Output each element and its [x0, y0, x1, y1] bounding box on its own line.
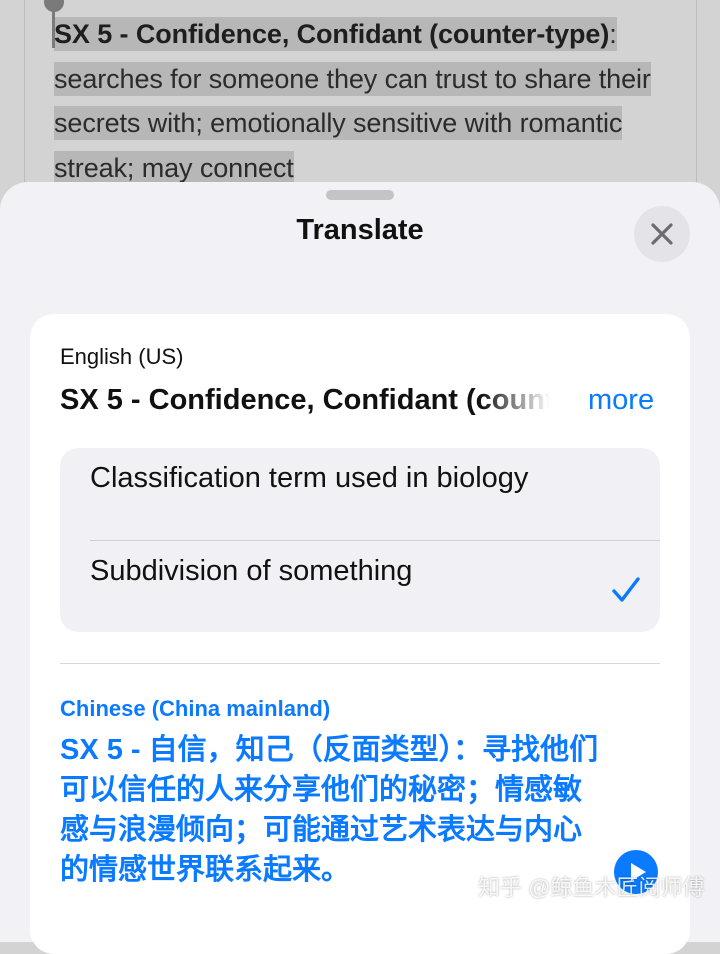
page-margin-right [696, 0, 697, 200]
document-background: SX 5 - Confidence, Confidant (counter-ty… [0, 0, 720, 200]
translate-sheet: Translate English (US) SX 5 - Confidence… [0, 182, 720, 954]
checkmark-icon [612, 577, 640, 602]
translation-card: English (US) SX 5 - Confidence, Confidan… [30, 314, 690, 954]
more-link[interactable]: more [588, 380, 654, 420]
source-text: SX 5 - Confidence, Confidant (counter-ty… [60, 384, 550, 416]
translated-text: SX 5 - 自信，知己（反面类型）：寻找他们可以信任的人来分享他们的秘密；情感… [60, 734, 599, 886]
source-text-container: SX 5 - Confidence, Confidant (counter-ty… [60, 378, 550, 422]
meaning-option-subdivision[interactable]: Subdivision of something [60, 541, 660, 632]
target-language: Chinese (China mainland) [60, 696, 331, 721]
source-language: English (US) [60, 344, 184, 369]
card-divider [60, 663, 660, 664]
sheet-title: Translate [296, 214, 424, 246]
document-term: SX 5 - Confidence, Confidant (counter-ty… [54, 19, 610, 49]
watermark: 知乎 @鲸鱼木匠阅师傅 [478, 875, 705, 900]
sheet-grabber[interactable] [326, 190, 394, 200]
page-margin-left [24, 0, 25, 200]
selected-document-text[interactable]: SX 5 - Confidence, Confidant (counter-ty… [54, 12, 674, 190]
meaning-label: Classification term used in biology [90, 462, 529, 494]
meaning-label: Subdivision of something [90, 555, 413, 587]
close-icon [651, 223, 673, 245]
selection-handle-knob[interactable] [44, 0, 64, 12]
meaning-option-biology[interactable]: Classification term used in biology [60, 448, 660, 540]
meaning-list: Classification term used in biology Subd… [60, 448, 660, 632]
close-button[interactable] [634, 206, 690, 262]
